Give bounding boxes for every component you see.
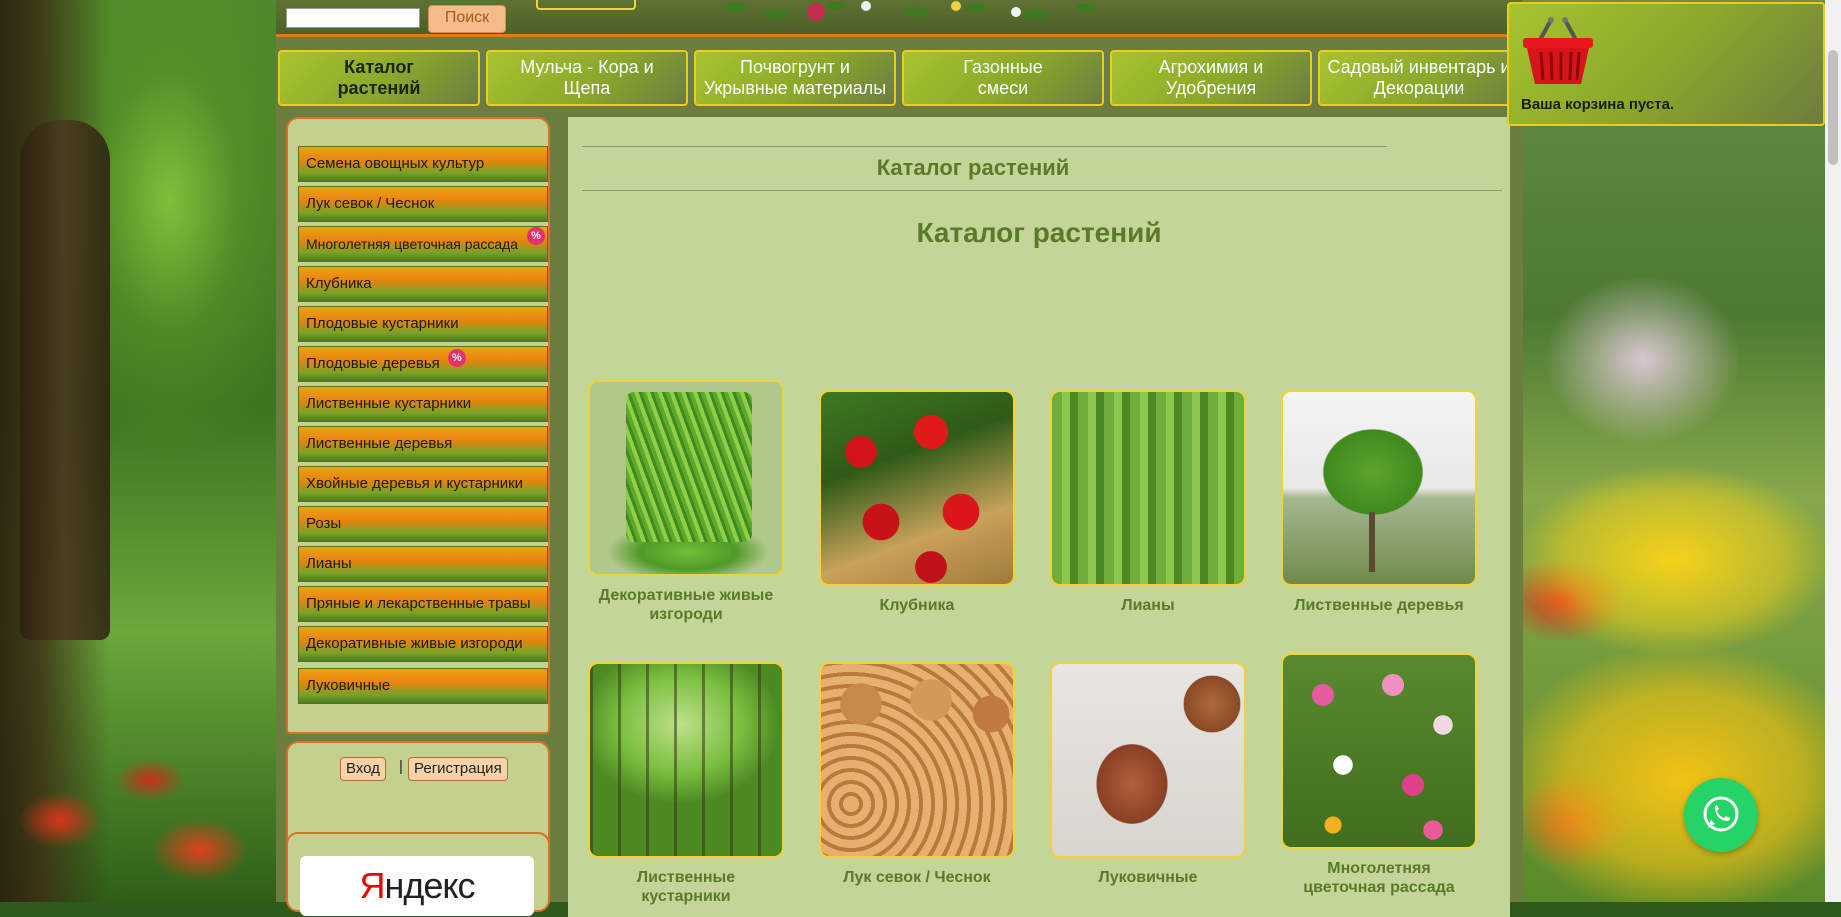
catalog-card[interactable]: Лиственные деревья [1279, 390, 1479, 615]
sidebar-item-label: Лианы [306, 555, 352, 572]
register-button[interactable]: Регистрация [408, 757, 508, 781]
divider [582, 146, 1387, 147]
auth-panel: Вход | Регистрация [286, 741, 550, 844]
banner-flowers-decoration [726, 1, 1096, 21]
sidebar-item[interactable]: Розы [298, 506, 548, 542]
sidebar-item-label: Пряные и лекарственные травы [306, 595, 531, 612]
deciduous-tree-image [1281, 390, 1477, 586]
sale-badge: % [447, 349, 466, 367]
top-bar: Поиск [276, 0, 1523, 37]
onion-image [819, 662, 1015, 858]
catalog-heading: Каталог растений [916, 217, 1162, 248]
background-left-scenery [0, 0, 276, 902]
divider [582, 190, 1502, 191]
banner-frame [536, 0, 636, 10]
sidebar-item[interactable]: Лианы [298, 546, 548, 582]
sidebar-item[interactable]: Пряные и лекарственные травы [298, 586, 548, 622]
scrollbar-thumb[interactable] [1828, 50, 1838, 165]
sidebar-item[interactable]: Декоративные живые изгороди [298, 626, 548, 662]
sidebar-item-label: Многолетняя цветочная рассада [306, 236, 519, 252]
basket-icon [1523, 17, 1593, 84]
search-input[interactable] [286, 8, 420, 28]
sidebar-item-label: Плодовые деревья [306, 355, 440, 372]
category-sidebar: Семена овощных культур Лук севок / Чесно… [286, 117, 550, 734]
nav-tab-plants-catalog[interactable]: Каталог растений [278, 50, 480, 106]
sidebar-item[interactable]: Лиственные кустарники [298, 386, 548, 422]
catalog-card-title: Декоративные живые изгороди [598, 587, 774, 623]
bulb-image [1050, 662, 1246, 858]
sidebar-item-label: Лиственные кустарники [306, 395, 472, 412]
page-column: Поиск Каталог растений Мульча - Кора и Щ… [276, 0, 1525, 917]
yandex-logo-rest: ндекс [384, 865, 475, 906]
catalog-card[interactable]: Многолетняя цветочная рассада [1279, 653, 1479, 897]
yandex-logo-first-letter: Я [359, 865, 385, 906]
tree-trunk-decoration [20, 120, 110, 640]
sidebar-item[interactable]: Многолетняя цветочная рассада% [298, 226, 548, 262]
page-title: Каталог растений [876, 155, 1070, 180]
catalog-card-title: Лиственные кустарники [636, 869, 736, 905]
nav-tab-soil[interactable]: Почвогрунт и Укрывные материалы [694, 50, 896, 106]
sidebar-item[interactable]: Лиственные деревья [298, 426, 548, 462]
liana-image [1050, 390, 1246, 586]
sidebar-item[interactable]: Лук севок / Чеснок [298, 186, 548, 222]
sidebar-item-label: Лиственные деревья [306, 435, 453, 452]
catalog-card[interactable]: Лианы [1048, 390, 1248, 615]
sidebar-item-label: Декоративные живые изгороди [306, 635, 523, 652]
catalog-card[interactable]: Луковичные [1048, 662, 1248, 887]
page-scrollbar[interactable] [1825, 0, 1841, 902]
sidebar-item-label: Хвойные деревья и кустарники [306, 475, 524, 492]
sale-badge: % [527, 227, 545, 245]
background-right-scenery [1523, 0, 1825, 902]
auth-separator: | [399, 758, 403, 775]
hedge-shape [626, 392, 752, 542]
nav-tab-mulch[interactable]: Мульча - Кора и Щепа [486, 50, 688, 106]
sidebar-item[interactable]: Хвойные деревья и кустарники [298, 466, 548, 502]
catalog-card[interactable]: Клубника [817, 390, 1017, 615]
sidebar-item-label: Плодовые кустарники [306, 315, 459, 332]
strawberry-image [819, 390, 1015, 586]
cart-status: Ваша корзина пуста. [1521, 96, 1675, 113]
sidebar-item-label: Лук севок / Чеснок [306, 195, 435, 212]
cart-widget[interactable]: Ваша корзина пуста. [1507, 2, 1825, 126]
catalog-card-title: Лиственные деревья [1294, 597, 1464, 614]
sidebar-item[interactable]: Плодовые кустарники [298, 306, 548, 342]
sidebar-item[interactable]: Клубника [298, 266, 548, 302]
shrubs-image [588, 662, 784, 858]
catalog-card-title: Многолетняя цветочная рассада [1303, 860, 1455, 896]
perennial-flowers-image [1281, 653, 1477, 849]
whatsapp-icon [1703, 796, 1739, 832]
sidebar-item-label: Семена овощных культур [306, 155, 485, 172]
catalog-content: Каталог растений Каталог растений Декора… [568, 117, 1510, 917]
hedge-image [588, 380, 784, 576]
sidebar-item-label: Розы [306, 515, 342, 532]
tree-trunk-shape [1369, 512, 1375, 572]
main-navigation: Каталог растений Мульча - Кора и Щепа По… [278, 50, 1525, 110]
catalog-card[interactable]: Декоративные живые изгороди [586, 380, 786, 624]
login-button[interactable]: Вход [340, 757, 386, 781]
catalog-card-title: Лианы [1121, 597, 1175, 614]
catalog-card-title: Луковичные [1098, 869, 1198, 886]
nav-tab-lawn-mixes[interactable]: Газонные смеси [902, 50, 1104, 106]
nav-tab-fertilizers[interactable]: Агрохимия и Удобрения [1110, 50, 1312, 106]
nav-tab-garden-tools[interactable]: Садовый инвентарь и Декорации [1318, 50, 1520, 106]
catalog-card[interactable]: Лиственные кустарники [586, 662, 786, 906]
sidebar-item-label: Луковичные [306, 677, 391, 694]
catalog-card-title: Клубника [879, 597, 955, 614]
catalog-card-title: Лук севок / Чеснок [843, 869, 991, 886]
sidebar-item-label: Клубника [306, 275, 372, 292]
whatsapp-button[interactable] [1684, 778, 1758, 852]
sidebar-item[interactable]: Луковичные [298, 668, 548, 704]
catalog-card[interactable]: Лук севок / Чеснок [817, 662, 1017, 887]
sidebar-item[interactable]: Семена овощных культур [298, 146, 548, 182]
yandex-widget: Яндекс [286, 832, 550, 916]
search-button[interactable]: Поиск [428, 5, 506, 33]
sidebar-item[interactable]: Плодовые деревья% [298, 346, 548, 382]
yandex-logo[interactable]: Яндекс [300, 856, 534, 916]
